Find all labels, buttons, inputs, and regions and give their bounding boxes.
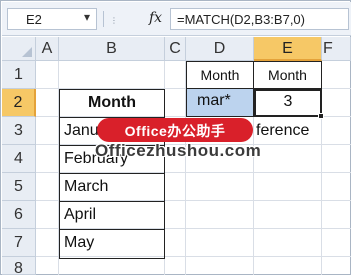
cell-b7[interactable]: May — [60, 230, 164, 258]
divider — [103, 11, 104, 27]
chevron-down-icon[interactable]: ▾ — [84, 10, 90, 24]
insert-function-icon[interactable]: fx — [149, 10, 162, 26]
cell-b2[interactable]: Month — [60, 90, 164, 118]
column-header-c[interactable]: C — [165, 37, 186, 61]
grip-icon[interactable]: ⋮ — [110, 16, 119, 25]
cell-e2-active[interactable]: 3 — [254, 89, 322, 117]
row-header-7[interactable]: 7 — [2, 229, 36, 257]
column-header-e[interactable]: E — [254, 37, 322, 61]
month-item: March — [64, 178, 109, 195]
column-header-d[interactable]: D — [186, 37, 254, 61]
formula-bar: E2 ▾ ⋮ fx =MATCH(D2,B3:B7,0) — [2, 2, 351, 36]
month-item: April — [64, 206, 97, 223]
cell-b6[interactable]: April — [60, 202, 164, 230]
column-header-a[interactable]: A — [36, 37, 59, 61]
cell-e3-text: ference — [256, 122, 310, 139]
name-box-value: E2 — [26, 12, 42, 27]
cell-e2-text: 3 — [283, 93, 293, 110]
month-item: May — [64, 234, 95, 251]
row-header-6[interactable]: 6 — [2, 201, 36, 229]
formula-input[interactable]: =MATCH(D2,B3:B7,0) — [170, 8, 349, 30]
watermark-url: Officezhushou.com — [95, 141, 262, 160]
month-table-header: Month — [88, 94, 136, 111]
cell-e1-text: Month — [268, 67, 307, 83]
month-table: Month January February March April May — [59, 89, 165, 259]
cell-d1-text: Month — [200, 67, 240, 83]
row-header-4[interactable]: 4 — [2, 145, 36, 173]
select-all-icon — [22, 47, 32, 57]
formula-text: =MATCH(D2,B3:B7,0) — [177, 12, 305, 27]
select-all-button[interactable] — [2, 37, 36, 61]
row-header-5[interactable]: 5 — [2, 173, 36, 201]
cell-e1[interactable]: Month — [254, 61, 322, 89]
watermark-badge: Office办公助手 — [97, 118, 253, 142]
row-header-8[interactable]: 8 — [2, 257, 36, 275]
cell-d2-text: mar* — [197, 92, 231, 109]
excel-window: E2 ▾ ⋮ fx =MATCH(D2,B3:B7,0) A B C D E F… — [0, 0, 351, 275]
row-header-3[interactable]: 3 — [2, 117, 36, 145]
column-header-f[interactable]: F — [322, 37, 351, 61]
row-header-2[interactable]: 2 — [2, 89, 36, 117]
cell-b5[interactable]: March — [60, 174, 164, 202]
fill-handle[interactable] — [318, 113, 324, 119]
row-header-1[interactable]: 1 — [2, 61, 36, 89]
cell-d1[interactable]: Month — [186, 61, 254, 89]
name-box[interactable]: E2 ▾ — [7, 8, 97, 30]
cell-d2[interactable]: mar* — [186, 89, 254, 117]
watermark-badge-text: Office办公助手 — [124, 123, 226, 139]
column-header-b[interactable]: B — [59, 37, 165, 61]
